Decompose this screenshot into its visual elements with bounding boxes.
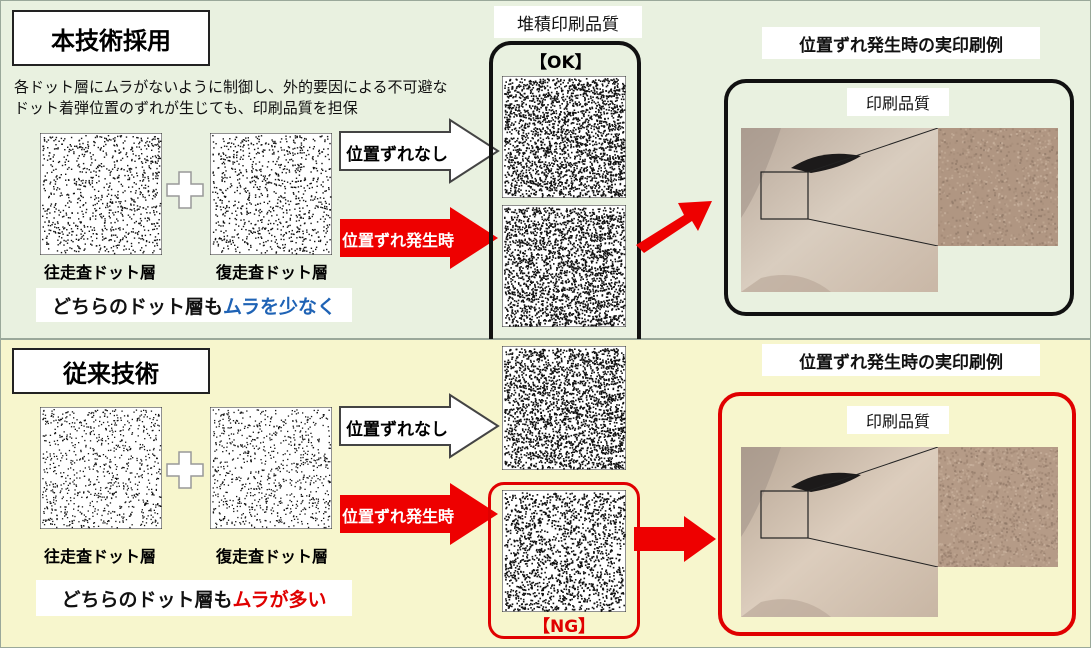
- bottom-forward-layer-label: 往走査ドット層: [43, 547, 156, 566]
- ng-result-shift: [502, 490, 626, 612]
- bottom-zoom-photo: [938, 447, 1058, 567]
- top-description: 各ドット層にムラがないように制御し、外的要因による不可避な ドット着弾位置のずれ…: [14, 77, 448, 119]
- top-description-line2: ドット着弾位置のずれが生じても、印刷品質を担保: [14, 99, 358, 117]
- bottom-example-title: 位置ずれ発生時の実印刷例: [762, 344, 1040, 376]
- bottom-summary-highlight: ムラが多い: [232, 588, 327, 611]
- top-plus-sign: [166, 171, 204, 209]
- top-title: 本技術採用: [12, 10, 210, 66]
- top-summary: どちらのドット層も ムラを少なく: [36, 288, 352, 322]
- bottom-plus-sign: [166, 451, 204, 489]
- top-summary-prefix: どちらのドット層も: [51, 295, 223, 318]
- top-example-title: 位置ずれ発生時の実印刷例: [762, 27, 1040, 59]
- bottom-title: 従来技術: [12, 348, 210, 394]
- top-return-dot-layer: [210, 133, 332, 255]
- top-zoom-photo: [938, 128, 1058, 246]
- bottom-summary-prefix: どちらのドット層も: [61, 588, 233, 611]
- bottom-summary: どちらのドット層も ムラが多い: [36, 580, 352, 616]
- bottom-to-example-arrow: [634, 516, 716, 562]
- bottom-return-dot-layer: [210, 407, 332, 529]
- bottom-shift-label: 位置ずれ発生時: [342, 507, 455, 526]
- bottom-print-quality-label: 印刷品質: [847, 406, 949, 434]
- top-no-shift-label: 位置ずれなし: [346, 145, 448, 165]
- bottom-return-layer-label: 復走査ドット層: [215, 547, 328, 566]
- top-return-layer-label: 復走査ドット層: [215, 263, 328, 282]
- bottom-zoom-lines: [808, 447, 938, 567]
- top-print-quality-label: 印刷品質: [847, 88, 949, 116]
- top-shift-label: 位置ずれ発生時: [342, 231, 455, 250]
- top-summary-highlight: ムラを少なく: [222, 295, 337, 318]
- ok-result-no-shift: [502, 76, 626, 198]
- ok-label: 【OK】: [530, 53, 592, 73]
- center-column-title: 堆積印刷品質: [494, 6, 642, 38]
- bottom-no-shift-label: 位置ずれなし: [346, 420, 448, 440]
- bottom-forward-dot-layer: [40, 407, 162, 529]
- top-to-example-arrow: [636, 201, 712, 253]
- top-forward-dot-layer: [40, 133, 162, 255]
- top-zoom-lines: [808, 128, 938, 246]
- diagram-canvas: 本技術採用 各ドット層にムラがないように制御し、外的要因による不可避な ドット着…: [0, 0, 1091, 648]
- ng-label: 【NG】: [533, 617, 596, 637]
- ok-result-shift: [502, 205, 626, 327]
- top-description-line1: 各ドット層にムラがないように制御し、外的要因による不可避な: [14, 78, 448, 96]
- top-forward-layer-label: 往走査ドット層: [43, 263, 156, 282]
- ok-result-bottom-no-shift: [502, 346, 626, 470]
